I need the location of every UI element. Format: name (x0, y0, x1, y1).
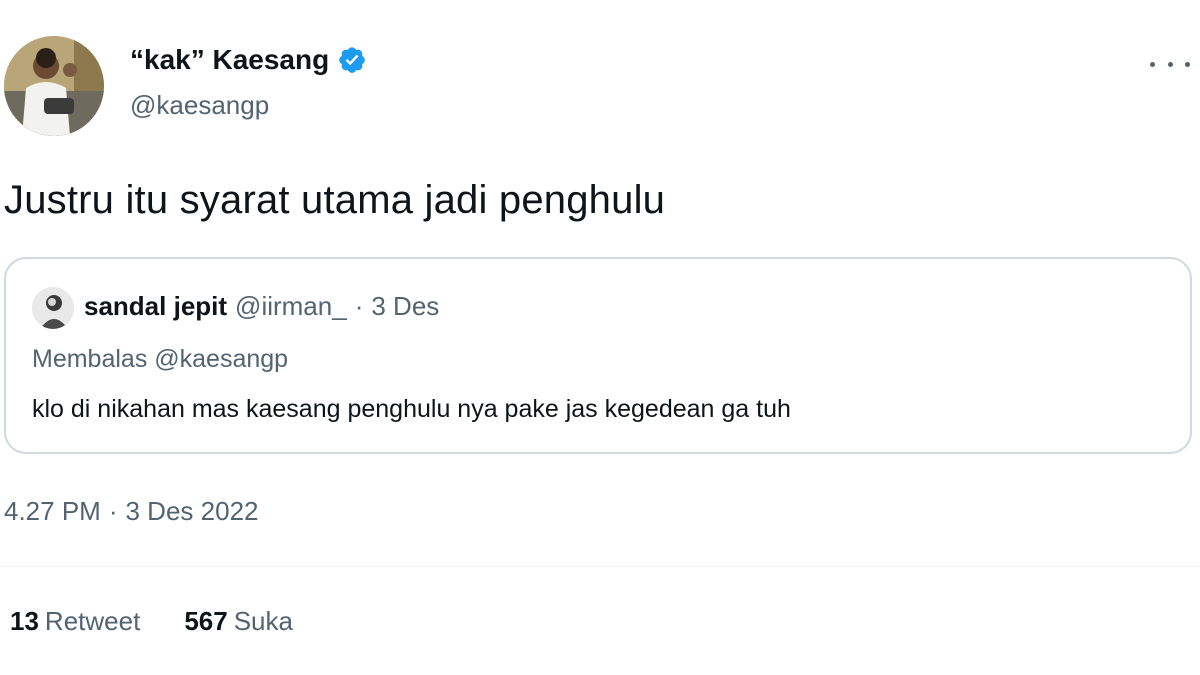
tweet-timestamp[interactable]: 4.27 PM · 3 Des 2022 (4, 496, 258, 527)
more-dot (1167, 61, 1173, 67)
author-name-row: “kak” Kaesang (130, 44, 367, 76)
timestamp-separator: · (108, 496, 118, 526)
author-display-name[interactable]: “kak” Kaesang (130, 44, 329, 76)
quoted-author-avatar[interactable] (32, 287, 74, 329)
retweet-label: Retweet (44, 606, 141, 636)
quoted-display-name[interactable]: sandal jepit (84, 291, 227, 322)
tweet-stats: 13 Retweet 567 Suka (10, 606, 293, 637)
quoted-text: klo di nikahan mas kaesang penghulu nya … (32, 395, 791, 423)
quoted-avatar-photo (32, 287, 74, 329)
quoted-header: sandal jepit @iirman_ · 3 Des (84, 291, 439, 322)
quoted-reply-to: Membalas @kaesangp (32, 345, 289, 373)
like-stat[interactable]: 567 Suka (184, 606, 293, 637)
retweet-stat[interactable]: 13 Retweet (10, 606, 140, 637)
tweet-date: 3 Des 2022 (125, 496, 259, 526)
author-handle[interactable]: @kaesangp (130, 90, 269, 121)
retweet-count: 13 (10, 606, 39, 636)
more-options-icon[interactable] (1150, 52, 1190, 76)
more-dot (1185, 61, 1190, 67)
avatar-photo (4, 36, 104, 136)
quoted-separator: · (354, 291, 364, 321)
quoted-tweet[interactable]: sandal jepit @iirman_ · 3 Des Membalas @… (4, 257, 1192, 454)
quoted-handle[interactable]: @iirman_ (235, 291, 347, 322)
author-avatar[interactable] (4, 36, 104, 136)
like-count: 567 (184, 606, 228, 636)
more-dot (1150, 61, 1155, 67)
tweet-text: Justru itu syarat utama jadi penghulu (4, 178, 666, 222)
tweet-time: 4.27 PM (4, 496, 101, 526)
verified-badge-icon (339, 47, 366, 73)
like-label: Suka (233, 606, 293, 636)
tweet-card: “kak” Kaesang @kaesangp Justru itu syara… (0, 0, 1200, 675)
divider (0, 566, 1200, 567)
quoted-date[interactable]: 3 Des (371, 291, 439, 322)
